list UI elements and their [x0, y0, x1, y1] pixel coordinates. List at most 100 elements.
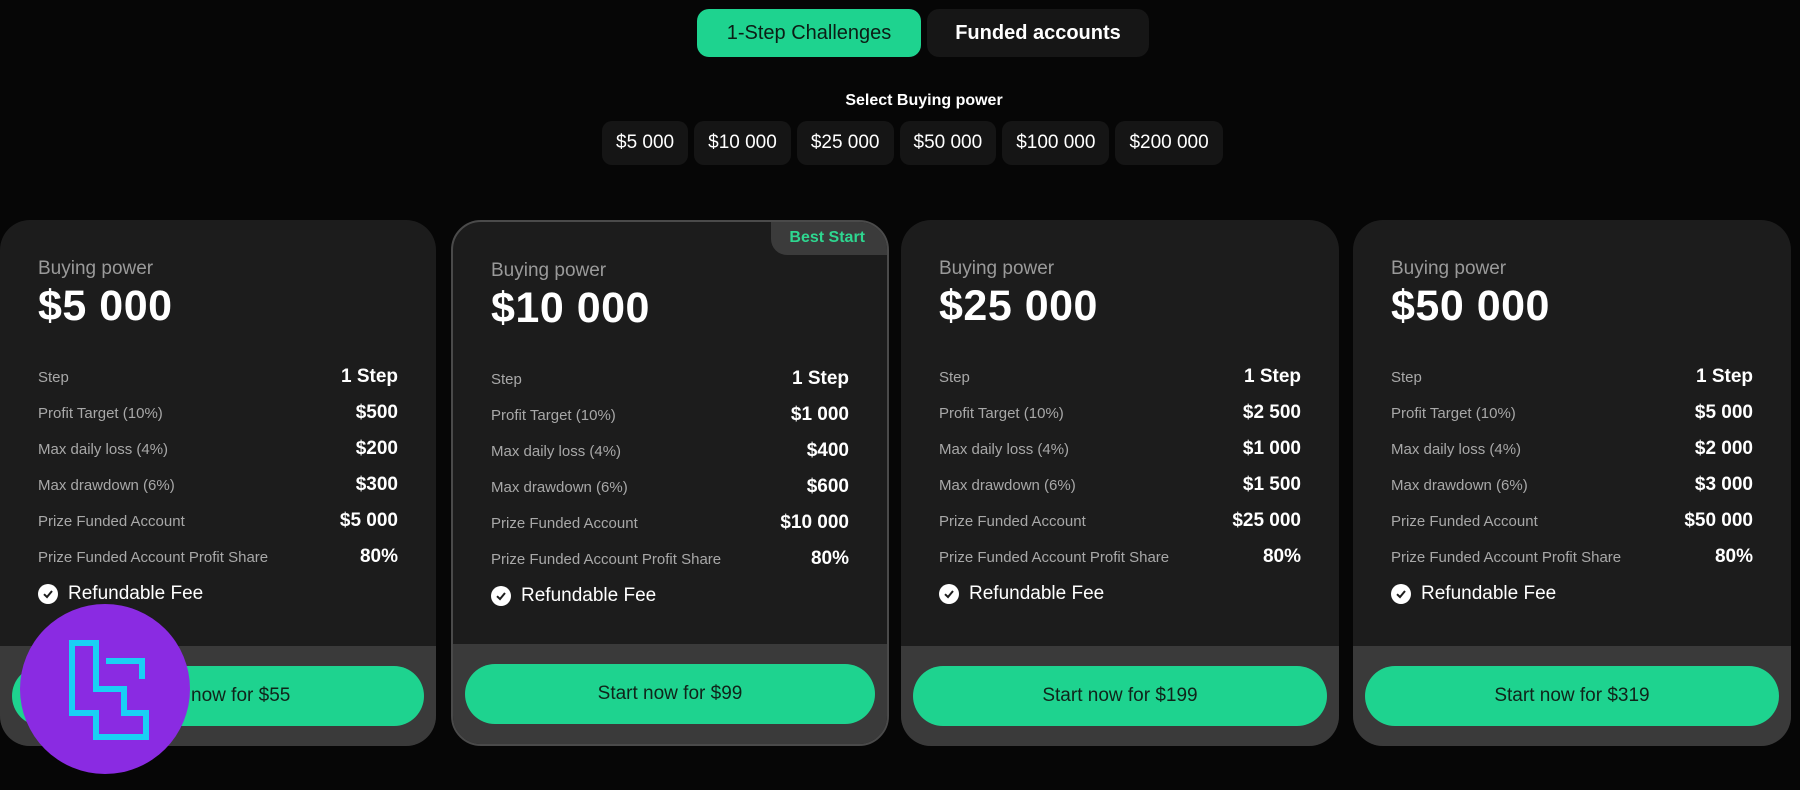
- plan-card-footer: Start now for $319: [1353, 646, 1791, 746]
- row-label: Prize Funded Account Profit Share: [38, 548, 269, 566]
- row-label: Step: [38, 368, 69, 386]
- row-value: 80%: [359, 546, 398, 567]
- plan-row-step: Step 1 Step: [38, 359, 398, 395]
- plan-card-50000: Buying power $50 000 Step 1 Step Profit T…: [1353, 220, 1791, 746]
- plan-row-prize-funded-account: Prize Funded Account $25 000: [939, 503, 1301, 539]
- check-circle-icon: [38, 584, 58, 604]
- refundable-fee-label: Refundable Fee: [1421, 583, 1557, 604]
- tab-funded-accounts[interactable]: Funded accounts: [927, 9, 1149, 57]
- challenge-tabs: 1-Step Challenges Funded accounts: [697, 9, 1149, 57]
- row-label: Max drawdown (6%): [491, 478, 628, 496]
- brand-logo-icon: [20, 604, 190, 774]
- plan-row-prize-funded-account: Prize Funded Account $5 000: [38, 503, 398, 539]
- row-value: 80%: [1262, 546, 1301, 567]
- plan-value: $50 000: [1391, 282, 1550, 330]
- row-label: Prize Funded Account Profit Share: [1391, 548, 1622, 566]
- row-label: Profit Target (10%): [38, 404, 163, 422]
- row-label: Profit Target (10%): [939, 404, 1064, 422]
- plan-row-profit-share: Prize Funded Account Profit Share 80%: [38, 539, 398, 575]
- row-label: Max daily loss (4%): [939, 440, 1070, 458]
- plan-label: Buying power: [939, 258, 1055, 279]
- plan-row-profit-target: Profit Target (10%) $5 000: [1391, 395, 1753, 431]
- plan-card-footer: Start now for $199: [901, 646, 1339, 746]
- check-circle-icon: [939, 584, 959, 604]
- row-label: Prize Funded Account: [939, 512, 1086, 530]
- plan-row-step: Step 1 Step: [491, 361, 849, 397]
- row-label: Max daily loss (4%): [491, 442, 622, 460]
- plan-card-10000: Best Start Buying power $10 000 Step 1 St…: [451, 220, 889, 746]
- row-label: Prize Funded Account: [491, 514, 638, 532]
- plan-label: Buying power: [1391, 258, 1507, 279]
- row-value: $3 000: [1694, 474, 1753, 495]
- row-value: 1 Step: [791, 368, 849, 389]
- row-label: Max daily loss (4%): [38, 440, 169, 458]
- plan-value: $25 000: [939, 282, 1098, 330]
- plan-row-profit-share: Prize Funded Account Profit Share 80%: [939, 539, 1301, 575]
- row-label: Prize Funded Account Profit Share: [939, 548, 1170, 566]
- row-value: $2 000: [1694, 438, 1753, 459]
- row-value: $300: [355, 474, 398, 495]
- buying-power-option-10000[interactable]: $10 000: [694, 121, 791, 165]
- plan-row-max-drawdown: Max drawdown (6%) $300: [38, 467, 398, 503]
- row-label: Step: [939, 368, 970, 386]
- row-label: Profit Target (10%): [1391, 404, 1516, 422]
- refundable-fee-label: Refundable Fee: [521, 585, 657, 606]
- row-value: 80%: [810, 548, 849, 569]
- buying-power-option-200000[interactable]: $200 000: [1115, 121, 1223, 165]
- plan-row-step: Step 1 Step: [939, 359, 1301, 395]
- plan-row-profit-target: Profit Target (10%) $500: [38, 395, 398, 431]
- plan-value: $10 000: [491, 284, 650, 332]
- plan-row-max-drawdown: Max drawdown (6%) $3 000: [1391, 467, 1753, 503]
- check-circle-icon: [1391, 584, 1411, 604]
- start-now-button[interactable]: Start now for $319: [1365, 666, 1779, 726]
- buying-power-option-25000[interactable]: $25 000: [796, 121, 894, 165]
- plan-row-step: Step 1 Step: [1391, 359, 1753, 395]
- tab-1-step-challenges[interactable]: 1-Step Challenges: [697, 9, 921, 57]
- row-value: 1 Step: [1243, 366, 1301, 387]
- row-label: Prize Funded Account: [1391, 512, 1538, 530]
- row-value: 1 Step: [340, 366, 398, 387]
- row-value: 1 Step: [1695, 366, 1753, 387]
- row-value: $50 000: [1684, 510, 1753, 531]
- row-value: $25 000: [1232, 510, 1301, 531]
- plan-row-profit-target: Profit Target (10%) $2 500: [939, 395, 1301, 431]
- buying-power-option-5000[interactable]: $5 000: [602, 121, 689, 165]
- row-value: $600: [806, 476, 849, 497]
- row-value: $1 500: [1242, 474, 1301, 495]
- buying-power-option-100000[interactable]: $100 000: [1002, 121, 1110, 165]
- row-value: $500: [355, 402, 398, 423]
- row-value: $10 000: [780, 512, 849, 533]
- check-circle-icon: [491, 586, 511, 606]
- row-label: Step: [491, 370, 522, 388]
- row-value: $1 000: [790, 404, 849, 425]
- plan-row-profit-share: Prize Funded Account Profit Share 80%: [491, 541, 849, 577]
- row-value: $200: [355, 438, 398, 459]
- row-label: Profit Target (10%): [491, 406, 616, 424]
- plan-row-max-drawdown: Max drawdown (6%) $600: [491, 469, 849, 505]
- row-value: $5 000: [1694, 402, 1753, 423]
- refundable-fee: Refundable Fee: [1391, 583, 1753, 605]
- plan-label: Buying power: [491, 260, 607, 281]
- plan-row-max-daily-loss: Max daily loss (4%) $400: [491, 433, 849, 469]
- page: 1-Step Challenges Funded accounts Select…: [0, 0, 1800, 790]
- row-label: Max drawdown (6%): [38, 476, 175, 494]
- plan-row-prize-funded-account: Prize Funded Account $50 000: [1391, 503, 1753, 539]
- row-label: Prize Funded Account: [38, 512, 185, 530]
- row-value: $1 000: [1242, 438, 1301, 459]
- plan-label: Buying power: [38, 258, 154, 279]
- buying-power-title: Select Buying power: [845, 92, 1003, 109]
- refundable-fee: Refundable Fee: [491, 585, 849, 607]
- row-label: Max daily loss (4%): [1391, 440, 1522, 458]
- plan-card-footer: Start now for $99: [453, 644, 887, 744]
- plan-row-max-drawdown: Max drawdown (6%) $1 500: [939, 467, 1301, 503]
- start-now-button[interactable]: Start now for $199: [913, 666, 1327, 726]
- row-label: Max drawdown (6%): [1391, 476, 1528, 494]
- plan-card-25000: Buying power $25 000 Step 1 Step Profit T…: [901, 220, 1339, 746]
- row-value: $400: [806, 440, 849, 461]
- plan-row-profit-target: Profit Target (10%) $1 000: [491, 397, 849, 433]
- refundable-fee-label: Refundable Fee: [68, 583, 204, 604]
- buying-power-option-50000[interactable]: $50 000: [899, 121, 997, 165]
- plan-row-max-daily-loss: Max daily loss (4%) $200: [38, 431, 398, 467]
- start-now-button[interactable]: Start now for $99: [465, 664, 875, 724]
- plan-row-prize-funded-account: Prize Funded Account $10 000: [491, 505, 849, 541]
